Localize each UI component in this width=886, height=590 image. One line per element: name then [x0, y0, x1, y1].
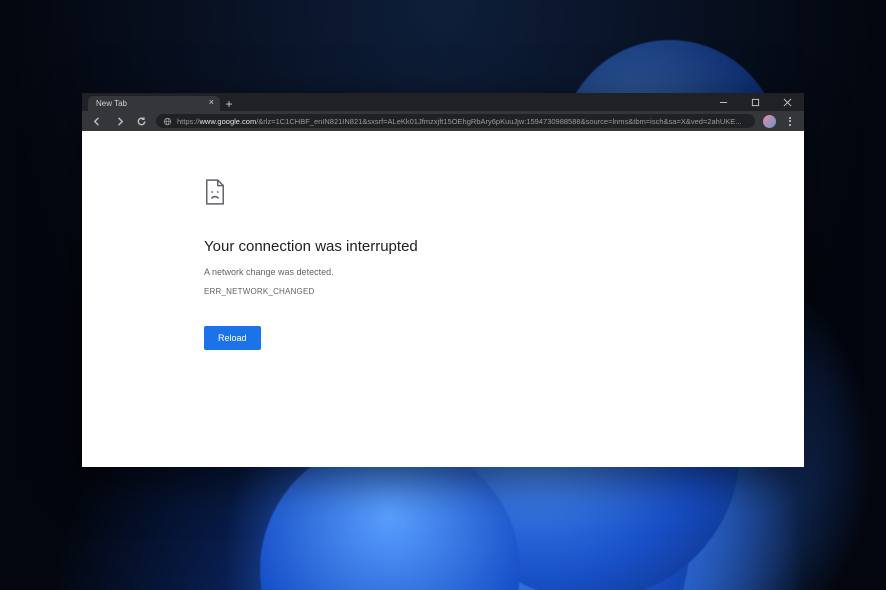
- nav-forward-button[interactable]: [112, 114, 126, 128]
- address-bar: https://www.google.com/&rlz=1C1CHBF_enIN…: [82, 111, 804, 131]
- arrow-right-icon: [114, 116, 125, 127]
- omnibox[interactable]: https://www.google.com/&rlz=1C1CHBF_enIN…: [156, 114, 755, 128]
- page-content: Your connection was interrupted A networ…: [82, 131, 804, 467]
- profile-avatar[interactable]: [763, 115, 776, 128]
- titlebar-drag-region[interactable]: [238, 93, 714, 111]
- url-scheme: https://: [177, 117, 200, 126]
- browser-tab[interactable]: New Tab ×: [88, 96, 220, 111]
- tab-close-icon[interactable]: ×: [209, 98, 214, 107]
- network-error-block: Your connection was interrupted A networ…: [204, 179, 664, 350]
- globe-icon: [163, 117, 172, 126]
- window-controls: [714, 93, 804, 111]
- new-tab-button[interactable]: +: [220, 96, 238, 111]
- minimize-icon: [719, 98, 728, 107]
- kebab-dot-icon: [789, 117, 791, 119]
- window-close-button[interactable]: [778, 93, 796, 111]
- close-icon: [783, 98, 792, 107]
- titlebar[interactable]: New Tab × +: [82, 93, 804, 111]
- sad-file-icon: [204, 179, 664, 210]
- nav-reload-button[interactable]: [134, 114, 148, 128]
- reload-icon: [136, 116, 147, 127]
- tab-title: New Tab: [96, 99, 127, 108]
- nav-back-button[interactable]: [90, 114, 104, 128]
- kebab-dot-icon: [789, 120, 791, 122]
- window-minimize-button[interactable]: [714, 93, 732, 111]
- maximize-icon: [751, 98, 760, 107]
- arrow-left-icon: [92, 116, 103, 127]
- reload-button[interactable]: Reload: [204, 326, 261, 350]
- plus-icon: +: [225, 97, 232, 111]
- window-maximize-button[interactable]: [746, 93, 764, 111]
- desktop-wallpaper: New Tab × +: [0, 0, 886, 590]
- browser-menu-button[interactable]: [784, 117, 796, 126]
- url-host: www.google.com: [200, 117, 257, 126]
- error-title: Your connection was interrupted: [204, 238, 664, 255]
- url-path: /&rlz=1C1CHBF_enIN821IN821&sxsrf=ALeKk01…: [256, 117, 741, 126]
- kebab-dot-icon: [789, 124, 791, 126]
- browser-window: New Tab × +: [82, 93, 804, 467]
- omnibox-url: https://www.google.com/&rlz=1C1CHBF_enIN…: [177, 117, 742, 126]
- error-code: ERR_NETWORK_CHANGED: [204, 287, 664, 296]
- error-subtitle: A network change was detected.: [204, 267, 664, 277]
